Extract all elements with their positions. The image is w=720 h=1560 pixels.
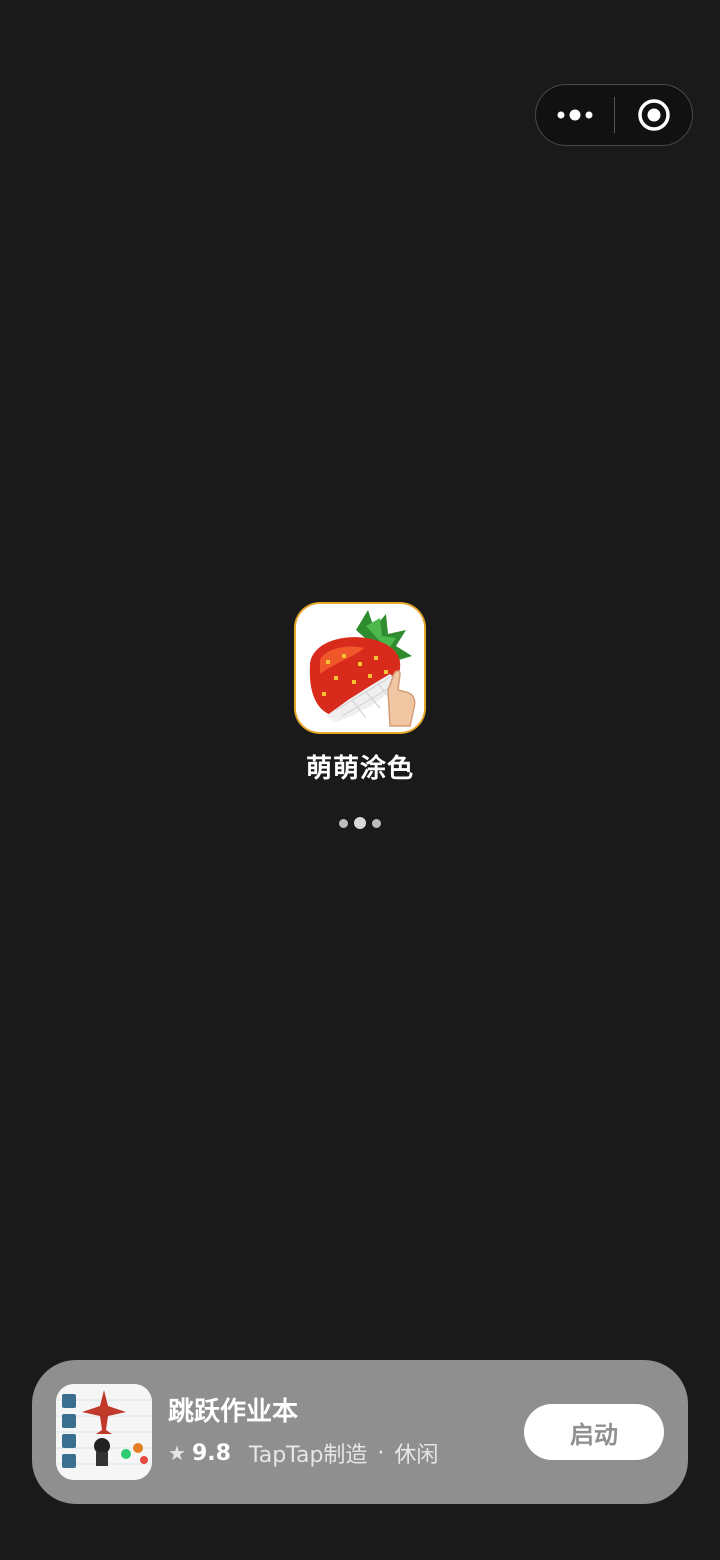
launch-button[interactable]: 启动 — [524, 1404, 664, 1460]
promo-card[interactable]: 跳跃作业本 ★ 9.8 TapTap制造 · 休闲 启动 — [32, 1360, 688, 1504]
loading-dots-icon — [339, 817, 381, 829]
mini-program-capsule — [535, 84, 693, 146]
loading-dot — [354, 817, 366, 829]
promo-title: 跳跃作业本 — [168, 1397, 299, 1427]
meta-separator: · — [377, 1440, 385, 1466]
loading-dot — [372, 818, 381, 828]
star-icon: ★ — [168, 1441, 186, 1465]
promo-info: 跳跃作业本 ★ 9.8 TapTap制造 · 休闲 — [168, 1395, 524, 1469]
launch-screen: 萌萌涂色 — [0, 604, 720, 829]
more-dots-icon — [557, 109, 593, 121]
category-label: 休闲 — [394, 1443, 439, 1468]
jumping-homework-game-icon — [56, 1384, 152, 1480]
close-button[interactable] — [615, 85, 692, 145]
target-close-icon — [637, 99, 670, 131]
promo-meta: ★ 9.8 TapTap制造 · 休闲 — [168, 1437, 524, 1469]
rating-value: 9.8 — [191, 1440, 231, 1466]
strawberry-pixel-icon — [296, 604, 424, 732]
more-button[interactable] — [536, 85, 614, 145]
maker-label: TapTap制造 — [248, 1443, 368, 1468]
app-name: 萌萌涂色 — [305, 754, 414, 784]
loading-dot — [339, 818, 348, 828]
